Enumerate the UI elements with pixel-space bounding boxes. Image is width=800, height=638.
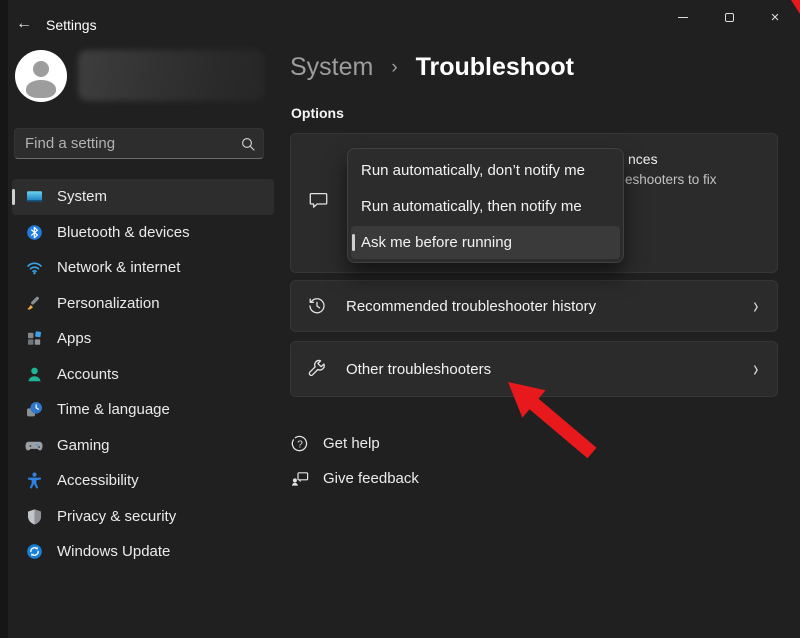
gaming-icon	[25, 437, 43, 454]
sidebar-item-label: Accessibility	[57, 472, 139, 489]
card-description-fragment: eshooters to fix	[625, 172, 717, 187]
chevron-right-icon: ›	[754, 356, 759, 383]
page-title: Troubleshoot	[416, 53, 574, 81]
sidebar-item-apps[interactable]: Apps	[12, 321, 274, 357]
sidebar-nav: System Bluetooth & devices	[12, 179, 274, 570]
sidebar-item-label: Network & internet	[57, 259, 180, 276]
section-heading-options: Options	[291, 105, 344, 121]
sidebar-item-time-language[interactable]: Time & language	[12, 392, 274, 428]
window-left-edge	[0, 0, 8, 638]
avatar-head	[33, 61, 49, 77]
troubleshooter-preference-dropdown-menu: Run automatically, don’t notify me Run a…	[347, 148, 624, 263]
sidebar-item-system[interactable]: System	[12, 179, 274, 215]
search-input[interactable]	[14, 128, 264, 159]
close-icon: ×	[771, 10, 780, 25]
sidebar-item-accessibility[interactable]: Accessibility	[12, 463, 274, 499]
recommended-troubleshooter-history-card[interactable]: Recommended troubleshooter history ›	[290, 280, 778, 332]
avatar-torso	[26, 80, 56, 98]
windows-update-icon	[25, 543, 43, 560]
accounts-icon	[25, 366, 43, 383]
sidebar-item-label: Gaming	[57, 437, 110, 454]
dropdown-option-label: Ask me before running	[361, 234, 512, 251]
sidebar-item-network-internet[interactable]: Network & internet	[12, 250, 274, 286]
chevron-right-icon: ›	[754, 293, 759, 320]
back-button[interactable]: ←	[12, 12, 36, 36]
sidebar-item-accounts[interactable]: Accounts	[12, 357, 274, 393]
accessibility-icon	[25, 472, 43, 489]
wrench-icon	[307, 359, 327, 379]
sidebar-item-label: Privacy & security	[57, 508, 176, 525]
settings-window: ← Settings × Sys	[0, 0, 800, 638]
footer-links: ? Get help Give feedback	[291, 430, 419, 500]
sidebar-item-gaming[interactable]: Gaming	[12, 428, 274, 464]
time-language-icon	[25, 401, 43, 418]
breadcrumb: System › Troubleshoot	[290, 53, 574, 82]
give-feedback-link[interactable]: Give feedback	[291, 465, 419, 492]
card-title-fragment: nces	[628, 151, 658, 167]
maximize-button[interactable]	[706, 0, 752, 34]
sidebar-item-label: System	[57, 188, 107, 205]
dropdown-option-label: Run automatically, don’t notify me	[361, 162, 585, 179]
sidebar-item-label: Apps	[57, 330, 91, 347]
account-name-redacted	[78, 50, 265, 101]
svg-text:?: ?	[297, 439, 303, 450]
sidebar-item-personalization[interactable]: Personalization	[12, 286, 274, 322]
app-title: Settings	[46, 17, 97, 33]
card-label: Recommended troubleshooter history	[346, 298, 596, 315]
link-label: Get help	[323, 435, 380, 452]
get-help-link[interactable]: ? Get help	[291, 430, 419, 457]
card-label: Other troubleshooters	[346, 361, 491, 378]
sidebar-item-label: Personalization	[57, 295, 160, 312]
minimize-icon	[678, 17, 688, 18]
close-button[interactable]: ×	[752, 0, 798, 34]
link-label: Give feedback	[323, 470, 419, 487]
breadcrumb-parent[interactable]: System	[290, 53, 373, 81]
search-box	[14, 128, 264, 159]
sidebar-item-label: Bluetooth & devices	[57, 224, 190, 241]
get-help-icon: ?	[291, 435, 309, 453]
apps-icon	[25, 330, 43, 347]
maximize-icon	[725, 13, 734, 22]
sidebar-item-label: Accounts	[57, 366, 119, 383]
sidebar-item-windows-update[interactable]: Windows Update	[12, 534, 274, 570]
message-icon	[308, 190, 329, 216]
bluetooth-icon	[25, 224, 43, 241]
back-arrow-icon: ←	[16, 15, 32, 33]
personalization-icon	[25, 295, 43, 312]
other-troubleshooters-card[interactable]: Other troubleshooters ›	[290, 341, 778, 397]
privacy-security-icon	[25, 508, 43, 525]
dropdown-option-run-dont-notify[interactable]: Run automatically, don’t notify me	[351, 152, 620, 188]
window-controls: ×	[660, 0, 798, 34]
dropdown-option-ask-before-running[interactable]: Ask me before running	[351, 226, 620, 259]
network-icon	[25, 259, 43, 276]
avatar[interactable]	[15, 50, 67, 102]
give-feedback-icon	[291, 470, 309, 488]
sidebar-item-privacy-security[interactable]: Privacy & security	[12, 499, 274, 535]
minimize-button[interactable]	[660, 0, 706, 34]
dropdown-option-label: Run automatically, then notify me	[361, 198, 582, 215]
breadcrumb-separator-icon: ›	[391, 57, 397, 78]
sidebar-item-label: Time & language	[57, 401, 170, 418]
system-icon	[25, 188, 43, 205]
sidebar-item-bluetooth-devices[interactable]: Bluetooth & devices	[12, 215, 274, 251]
search-icon	[241, 137, 255, 151]
history-icon	[307, 296, 327, 316]
sidebar-item-label: Windows Update	[57, 543, 170, 560]
dropdown-option-run-then-notify[interactable]: Run automatically, then notify me	[351, 188, 620, 224]
